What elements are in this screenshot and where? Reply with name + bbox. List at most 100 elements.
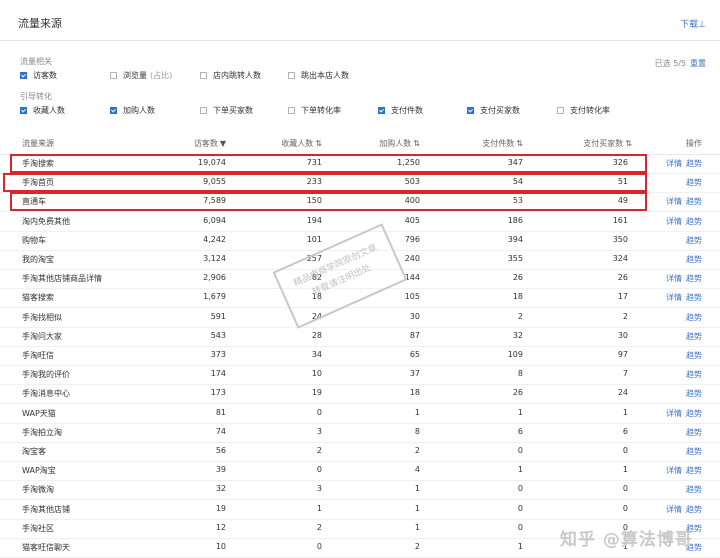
cell-cart: 144 [404, 273, 420, 283]
reset-button[interactable]: 重置 [690, 59, 706, 68]
column-header-visitors[interactable]: 访客数 ▼ [194, 138, 226, 149]
trend-link[interactable]: 趋势 [686, 177, 702, 188]
cell-pay-items: 0 [517, 503, 523, 513]
filter-option-conversion-0[interactable]: 收藏人数 [20, 105, 65, 116]
cell-favorites: 233 [306, 177, 322, 187]
trend-link[interactable]: 趋势 [686, 235, 702, 246]
cell-pay-items: 53 [512, 196, 523, 206]
column-header-actions: 操作 [686, 138, 702, 149]
cell-favorites: 1 [316, 503, 322, 513]
filter-option-traffic-0[interactable]: 访客数 [20, 70, 57, 81]
cell-pay-buyers: 51 [617, 177, 628, 187]
filter-option-sub: (占比) [150, 71, 173, 80]
cell-cart: 796 [404, 234, 420, 244]
cell-visitors: 9,055 [203, 177, 226, 187]
cell-favorites: 150 [306, 196, 322, 206]
selected-count: 已选 5/5 重置 [655, 58, 706, 69]
cell-cart: 1 [414, 484, 420, 494]
trend-link[interactable]: 趋势 [686, 312, 702, 323]
checkbox-icon[interactable] [288, 107, 295, 114]
cell-pay-buyers: 49 [617, 196, 628, 206]
trend-link[interactable]: 趋势 [686, 331, 702, 342]
filter-option-label: 店内跳转人数 [213, 71, 261, 80]
checkbox-checked-icon[interactable] [378, 107, 385, 114]
detail-link[interactable]: 详情 [666, 273, 682, 284]
filter-option-conversion-3[interactable]: 下单转化率 [288, 105, 341, 116]
column-header-favorites[interactable]: 收藏人数 ⇅ [281, 138, 322, 149]
filter-option-conversion-5[interactable]: 支付买家数 [467, 105, 520, 116]
filter-option-traffic-3[interactable]: 跳出本店人数 [288, 70, 349, 81]
filter-option-conversion-2[interactable]: 下单买家数 [200, 105, 253, 116]
column-header-pay-items[interactable]: 支付件数 ⇅ [482, 138, 523, 149]
cell-pay-items: 1 [517, 542, 523, 551]
sort-icon[interactable]: ⇅ [516, 139, 523, 148]
filter-option-conversion-4[interactable]: 支付件数 [378, 105, 423, 116]
detail-link[interactable]: 详情 [666, 504, 682, 515]
trend-link[interactable]: 趋势 [686, 350, 702, 361]
cell-cart: 8 [414, 426, 420, 436]
filter-option-conversion-6[interactable]: 支付转化率 [557, 105, 610, 116]
cell-cart: 37 [409, 369, 420, 379]
filter-option-traffic-2[interactable]: 店内跳转人数 [200, 70, 261, 81]
table-row: 手淘微淘 32 3 1 0 0 趋势 [0, 480, 720, 501]
cell-visitors: 373 [210, 350, 226, 359]
cell-source: 手淘首页 [22, 178, 54, 188]
cell-favorites: 2 [316, 522, 322, 532]
trend-link[interactable]: 趋势 [686, 196, 702, 207]
detail-link[interactable]: 详情 [666, 292, 682, 303]
trend-link[interactable]: 趋势 [686, 216, 702, 227]
cell-pay-items: 355 [507, 254, 523, 263]
filter-option-label: 收藏人数 [33, 106, 65, 115]
filter-option-traffic-1[interactable]: 浏览量 (占比) [110, 70, 172, 81]
cell-pay-items: 54 [512, 177, 523, 187]
checkbox-icon[interactable] [110, 72, 117, 79]
trend-link[interactable]: 趋势 [686, 504, 702, 515]
sort-icon[interactable]: ⇅ [625, 139, 632, 148]
trend-link[interactable]: 趋势 [686, 158, 702, 169]
trend-link[interactable]: 趋势 [686, 388, 702, 399]
detail-link[interactable]: 详情 [666, 408, 682, 419]
trend-link[interactable]: 趋势 [686, 465, 702, 476]
checkbox-icon[interactable] [557, 107, 564, 114]
trend-link[interactable]: 趋势 [686, 446, 702, 457]
checkbox-checked-icon[interactable] [20, 72, 27, 79]
checkbox-checked-icon[interactable] [20, 107, 27, 114]
detail-link[interactable]: 详情 [666, 196, 682, 207]
cell-source: 手淘问大家 [22, 331, 62, 341]
filter-option-label: 支付买家数 [480, 106, 520, 115]
trend-link[interactable]: 趋势 [686, 273, 702, 284]
checkbox-icon[interactable] [200, 107, 207, 114]
filter-option-label: 支付件数 [391, 106, 423, 115]
trend-link[interactable]: 趋势 [686, 292, 702, 303]
page-title: 流量来源 [18, 17, 62, 30]
trend-link[interactable]: 趋势 [686, 369, 702, 380]
cell-visitors: 81 [215, 407, 226, 417]
detail-link[interactable]: 详情 [666, 216, 682, 227]
cell-pay-items: 347 [507, 158, 523, 167]
detail-link[interactable]: 详情 [666, 465, 682, 476]
trend-link[interactable]: 趋势 [686, 484, 702, 495]
column-header-pay-buyers[interactable]: 支付买家数 ⇅ [583, 138, 632, 149]
detail-link[interactable]: 详情 [666, 158, 682, 169]
filter-option-conversion-1[interactable]: 加购人数 [110, 105, 155, 116]
cell-favorites: 28 [311, 330, 322, 340]
sort-icon[interactable]: ⇅ [413, 139, 420, 148]
table-row: 手淘消息中心 173 19 18 26 24 趋势 [0, 384, 720, 405]
cell-pay-buyers: 350 [612, 234, 628, 244]
trend-link[interactable]: 趋势 [686, 427, 702, 438]
checkbox-checked-icon[interactable] [110, 107, 117, 114]
cell-visitors: 6,094 [203, 215, 226, 225]
checkbox-icon[interactable] [288, 72, 295, 79]
cell-source: WAP天猫 [22, 408, 56, 418]
column-header-cart[interactable]: 加购人数 ⇅ [379, 138, 420, 149]
sort-desc-icon[interactable]: ▼ [220, 139, 226, 148]
checkbox-checked-icon[interactable] [467, 107, 474, 114]
checkbox-icon[interactable] [200, 72, 207, 79]
trend-link[interactable]: 趋势 [686, 408, 702, 419]
trend-link[interactable]: 趋势 [686, 254, 702, 265]
sort-icon[interactable]: ⇅ [315, 139, 322, 148]
table-row: 淘内免费其他 6,094 194 405 186 161 详情 趋势 [0, 212, 720, 232]
cell-cart: 400 [404, 196, 420, 206]
cell-cart: 405 [404, 215, 420, 225]
download-link[interactable]: 下载⊥ [680, 17, 706, 30]
